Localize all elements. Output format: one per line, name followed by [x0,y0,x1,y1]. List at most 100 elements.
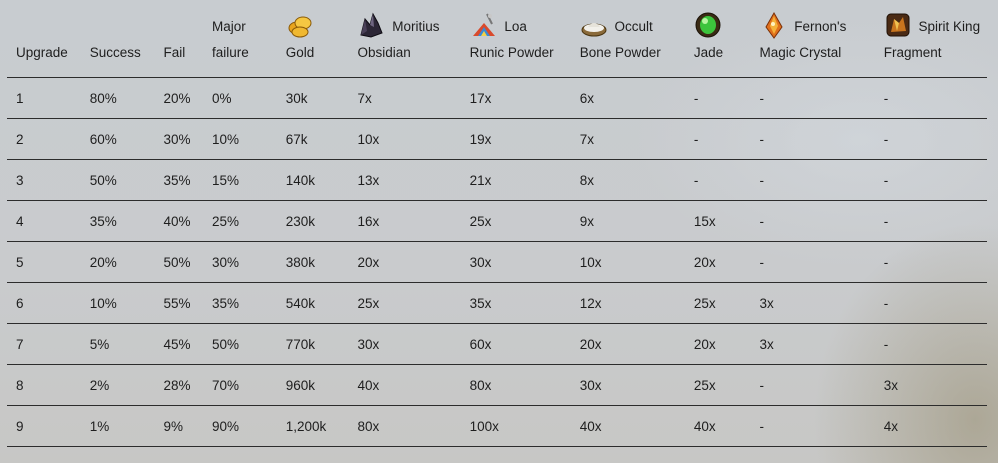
cell-success: 35% [80,200,155,242]
cell-gold: 770k [276,323,349,365]
bone-powder-icon [581,23,607,37]
cell-jade: 25x [684,282,751,324]
table-row: 4 35% 40% 25% 230k 16x 25x 9x 15x - - [7,200,987,242]
cell-magic-crystal: - [750,77,875,119]
table-row: 8 2% 28% 70% 960k 40x 80x 30x 25x - 3x [7,364,987,406]
cell-spirit-fragment: - [874,241,987,283]
cell-magic-crystal: - [750,200,875,242]
cell-obsidian: 7x [348,77,461,119]
header-success: Success [80,6,155,78]
header-bone-line1: Occult [614,19,653,34]
cell-bone-powder: 12x [570,282,685,324]
table-row: 5 20% 50% 30% 380k 20x 30x 10x 20x - - [7,241,987,283]
cell-jade: - [684,118,751,160]
cell-gold: 30k [276,77,349,119]
cell-success: 2% [80,364,155,406]
cell-spirit-fragment: - [874,200,987,242]
cell-magic-crystal: - [750,364,875,406]
cell-upgrade: 8 [7,364,81,406]
cell-major-failure: 25% [202,200,277,242]
cell-bone-powder: 30x [570,364,685,406]
cell-runic-powder: 17x [460,77,571,119]
cell-bone-powder: 7x [570,118,685,160]
cell-bone-powder: 10x [570,241,685,283]
header-magic-crystal: Fernon's Magic Crystal [750,6,875,78]
cell-fail: 28% [154,364,203,406]
magic-crystal-icon [764,11,783,39]
cell-upgrade: 6 [7,282,81,324]
cell-spirit-fragment: - [874,159,987,201]
cell-runic-powder: 30x [460,241,571,283]
cell-magic-crystal: - [750,159,875,201]
cell-fail: 9% [154,405,203,447]
header-bone-powder: Occult Bone Powder [570,6,685,78]
cell-spirit-fragment: - [874,118,987,160]
cell-fail: 40% [154,200,203,242]
cell-major-failure: 10% [202,118,277,160]
header-spirit-fragment: Spirit King Fragment [874,6,987,78]
cell-magic-crystal: 3x [750,323,875,365]
cell-spirit-fragment: - [874,282,987,324]
cell-obsidian: 16x [348,200,461,242]
cell-obsidian: 40x [348,364,461,406]
cell-upgrade: 2 [7,118,81,160]
cell-success: 20% [80,241,155,283]
obsidian-crystal-icon [360,12,384,38]
cell-gold: 1,200k [276,405,349,447]
cell-upgrade: 1 [7,77,81,119]
cell-jade: 40x [684,405,751,447]
cell-upgrade: 5 [7,241,81,283]
cell-fail: 20% [154,77,203,119]
header-crystal-line1: Fernon's [794,19,847,34]
header-gold: Gold [276,6,349,78]
cell-runic-powder: 25x [460,200,571,242]
header-jade-label: Jade [693,45,724,60]
cell-spirit-fragment: 3x [874,364,987,406]
table-row: 7 5% 45% 50% 770k 30x 60x 20x 20x 3x - [7,323,987,365]
cell-obsidian: 80x [348,405,461,447]
cell-gold: 67k [276,118,349,160]
jade-gem-icon [695,12,721,38]
table-row: 6 10% 55% 35% 540k 25x 35x 12x 25x 3x - [7,282,987,324]
cell-jade: 25x [684,364,751,406]
header-major-line1: Major [211,19,246,34]
header-fragment-line2: Fragment [883,45,942,60]
upgrade-cost-table: Upgrade Success Fail Major failure Gold [7,6,987,447]
runic-powder-icon [472,13,495,36]
cell-obsidian: 10x [348,118,461,160]
header-gold-label: Gold [285,45,315,60]
header-major-failure: Major failure [202,6,277,78]
cell-gold: 230k [276,200,349,242]
cell-magic-crystal: 3x [750,282,875,324]
header-obsidian: Moritius Obsidian [348,6,461,78]
cell-runic-powder: 80x [460,364,571,406]
cell-major-failure: 35% [202,282,277,324]
cell-major-failure: 30% [202,241,277,283]
cell-runic-powder: 60x [460,323,571,365]
cell-runic-powder: 19x [460,118,571,160]
header-jade: Jade [684,6,751,78]
cell-bone-powder: 20x [570,323,685,365]
cell-spirit-fragment: 4x [874,405,987,447]
cell-bone-powder: 8x [570,159,685,201]
cell-magic-crystal: - [750,405,875,447]
header-crystal-line2: Magic Crystal [759,45,842,60]
cell-success: 5% [80,323,155,365]
cell-upgrade: 4 [7,200,81,242]
cell-bone-powder: 6x [570,77,685,119]
cell-success: 80% [80,77,155,119]
cell-gold: 540k [276,282,349,324]
table-row: 1 80% 20% 0% 30k 7x 17x 6x - - - [7,77,987,119]
table-header-row: Upgrade Success Fail Major failure Gold [7,6,987,78]
cell-success: 50% [80,159,155,201]
cell-upgrade: 9 [7,405,81,447]
cell-gold: 960k [276,364,349,406]
cell-runic-powder: 35x [460,282,571,324]
cell-jade: 20x [684,323,751,365]
cell-runic-powder: 100x [460,405,571,447]
cell-magic-crystal: - [750,118,875,160]
cell-fail: 55% [154,282,203,324]
header-runic-line1: Loa [504,19,527,34]
cell-upgrade: 7 [7,323,81,365]
cell-magic-crystal: - [750,241,875,283]
